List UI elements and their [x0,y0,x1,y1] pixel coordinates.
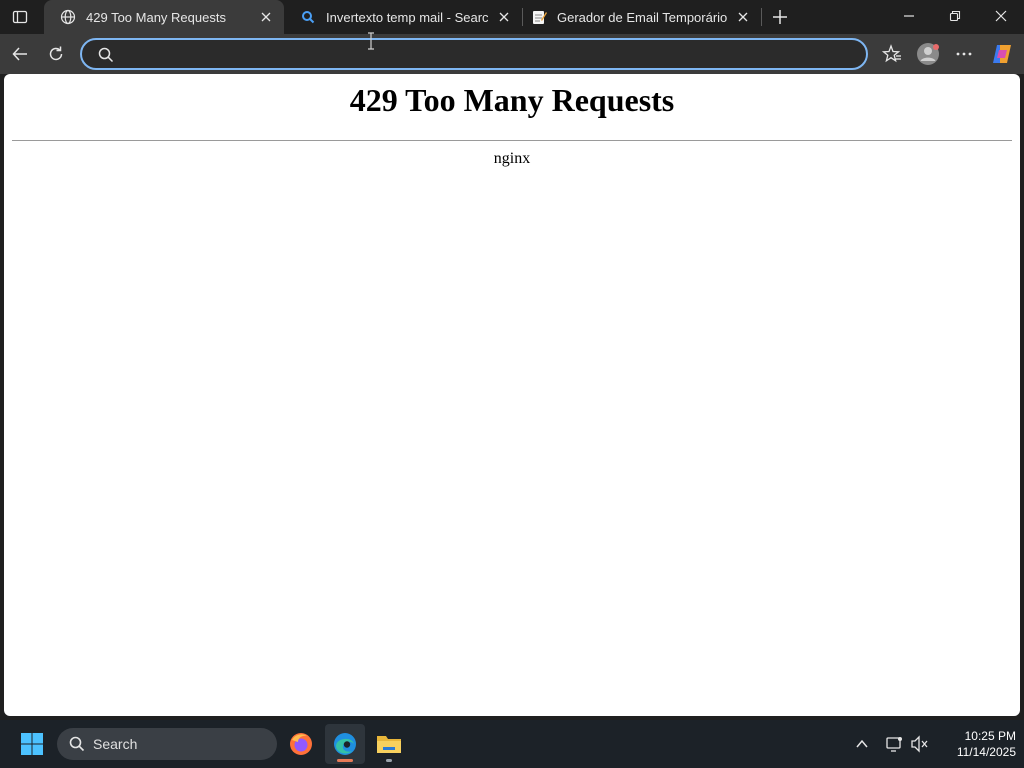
show-hidden-icons-button[interactable] [850,732,874,756]
close-icon [995,10,1007,22]
taskbar-edge[interactable] [325,724,365,764]
plus-icon [773,10,787,24]
taskbar-search-label: Search [93,736,138,752]
volume-tray-button[interactable] [908,732,932,756]
tab-actions-button[interactable] [4,3,36,31]
tab-actions-icon [12,10,28,24]
close-tab-icon[interactable] [494,7,514,27]
page-title: 429 Too Many Requests [349,82,675,118]
file-explorer-icon [377,736,401,753]
tab-invertexto-search[interactable]: Invertexto temp mail - Search [284,0,522,34]
start-button[interactable] [16,730,48,758]
system-clock[interactable]: 10:25 PM 11/14/2025 [930,728,1016,760]
close-tab-icon[interactable] [733,7,753,27]
profile-button[interactable] [912,38,944,70]
display-icon [886,737,902,752]
settings-more-button[interactable] [948,38,980,70]
tab-gerador-email[interactable]: Gerador de Email Temporário | inv [523,0,761,34]
display-tray-button[interactable] [882,732,906,756]
search-icon [300,9,316,25]
taskbar-search[interactable]: Search [57,728,277,760]
minimize-icon [904,15,914,17]
favorites-star-icon [882,44,901,63]
address-input[interactable] [124,44,854,64]
avatar-icon [917,43,939,65]
volume-muted-icon [911,735,928,753]
edge-icon [334,733,356,755]
refresh-button[interactable] [40,38,72,70]
clock-time: 10:25 PM [964,729,1016,743]
globe-icon [60,9,76,25]
text-cursor-icon [368,32,374,50]
address-bar[interactable] [80,38,868,70]
firefox-icon [290,733,312,755]
tab-title: Invertexto temp mail - Search [326,9,488,25]
tab-429-too-many-requests[interactable]: 429 Too Many Requests [44,0,284,34]
tab-strip: 429 Too Many Requests Invertexto temp ma… [0,0,1024,34]
browser-toolbar [0,34,1024,74]
taskbar-file-explorer[interactable] [369,724,409,764]
favorites-button[interactable] [876,38,908,70]
tab-title: 429 Too Many Requests [86,9,226,25]
search-icon [69,736,85,752]
copilot-icon [993,45,1011,63]
open-app-indicator [386,759,392,762]
clock-date: 11/14/2025 [956,745,1016,759]
page-viewport: 429 Too Many Requests nginx [4,74,1020,716]
copilot-button[interactable] [986,38,1018,70]
windows-logo-icon [21,733,43,755]
search-icon [98,47,114,63]
new-tab-button[interactable] [766,3,794,31]
tab-title: Gerador de Email Temporário | inv [557,9,727,25]
close-window-button[interactable] [978,0,1024,32]
back-button[interactable] [4,38,36,70]
taskbar-firefox[interactable] [281,724,321,764]
refresh-icon [49,46,63,61]
restore-icon [949,10,961,22]
divider [12,140,1012,141]
server-signature: nginx [493,150,531,167]
memo-icon [531,9,547,25]
more-dots-icon [956,52,972,56]
close-tab-icon[interactable] [256,7,276,27]
chevron-up-icon [856,739,868,748]
restore-button[interactable] [932,0,978,32]
taskbar: Search 10:25 PM 11/14/2025 [0,720,1024,768]
minimize-button[interactable] [886,0,932,32]
back-arrow-icon [12,47,27,61]
active-app-indicator [337,759,353,762]
tab-divider [761,8,762,26]
